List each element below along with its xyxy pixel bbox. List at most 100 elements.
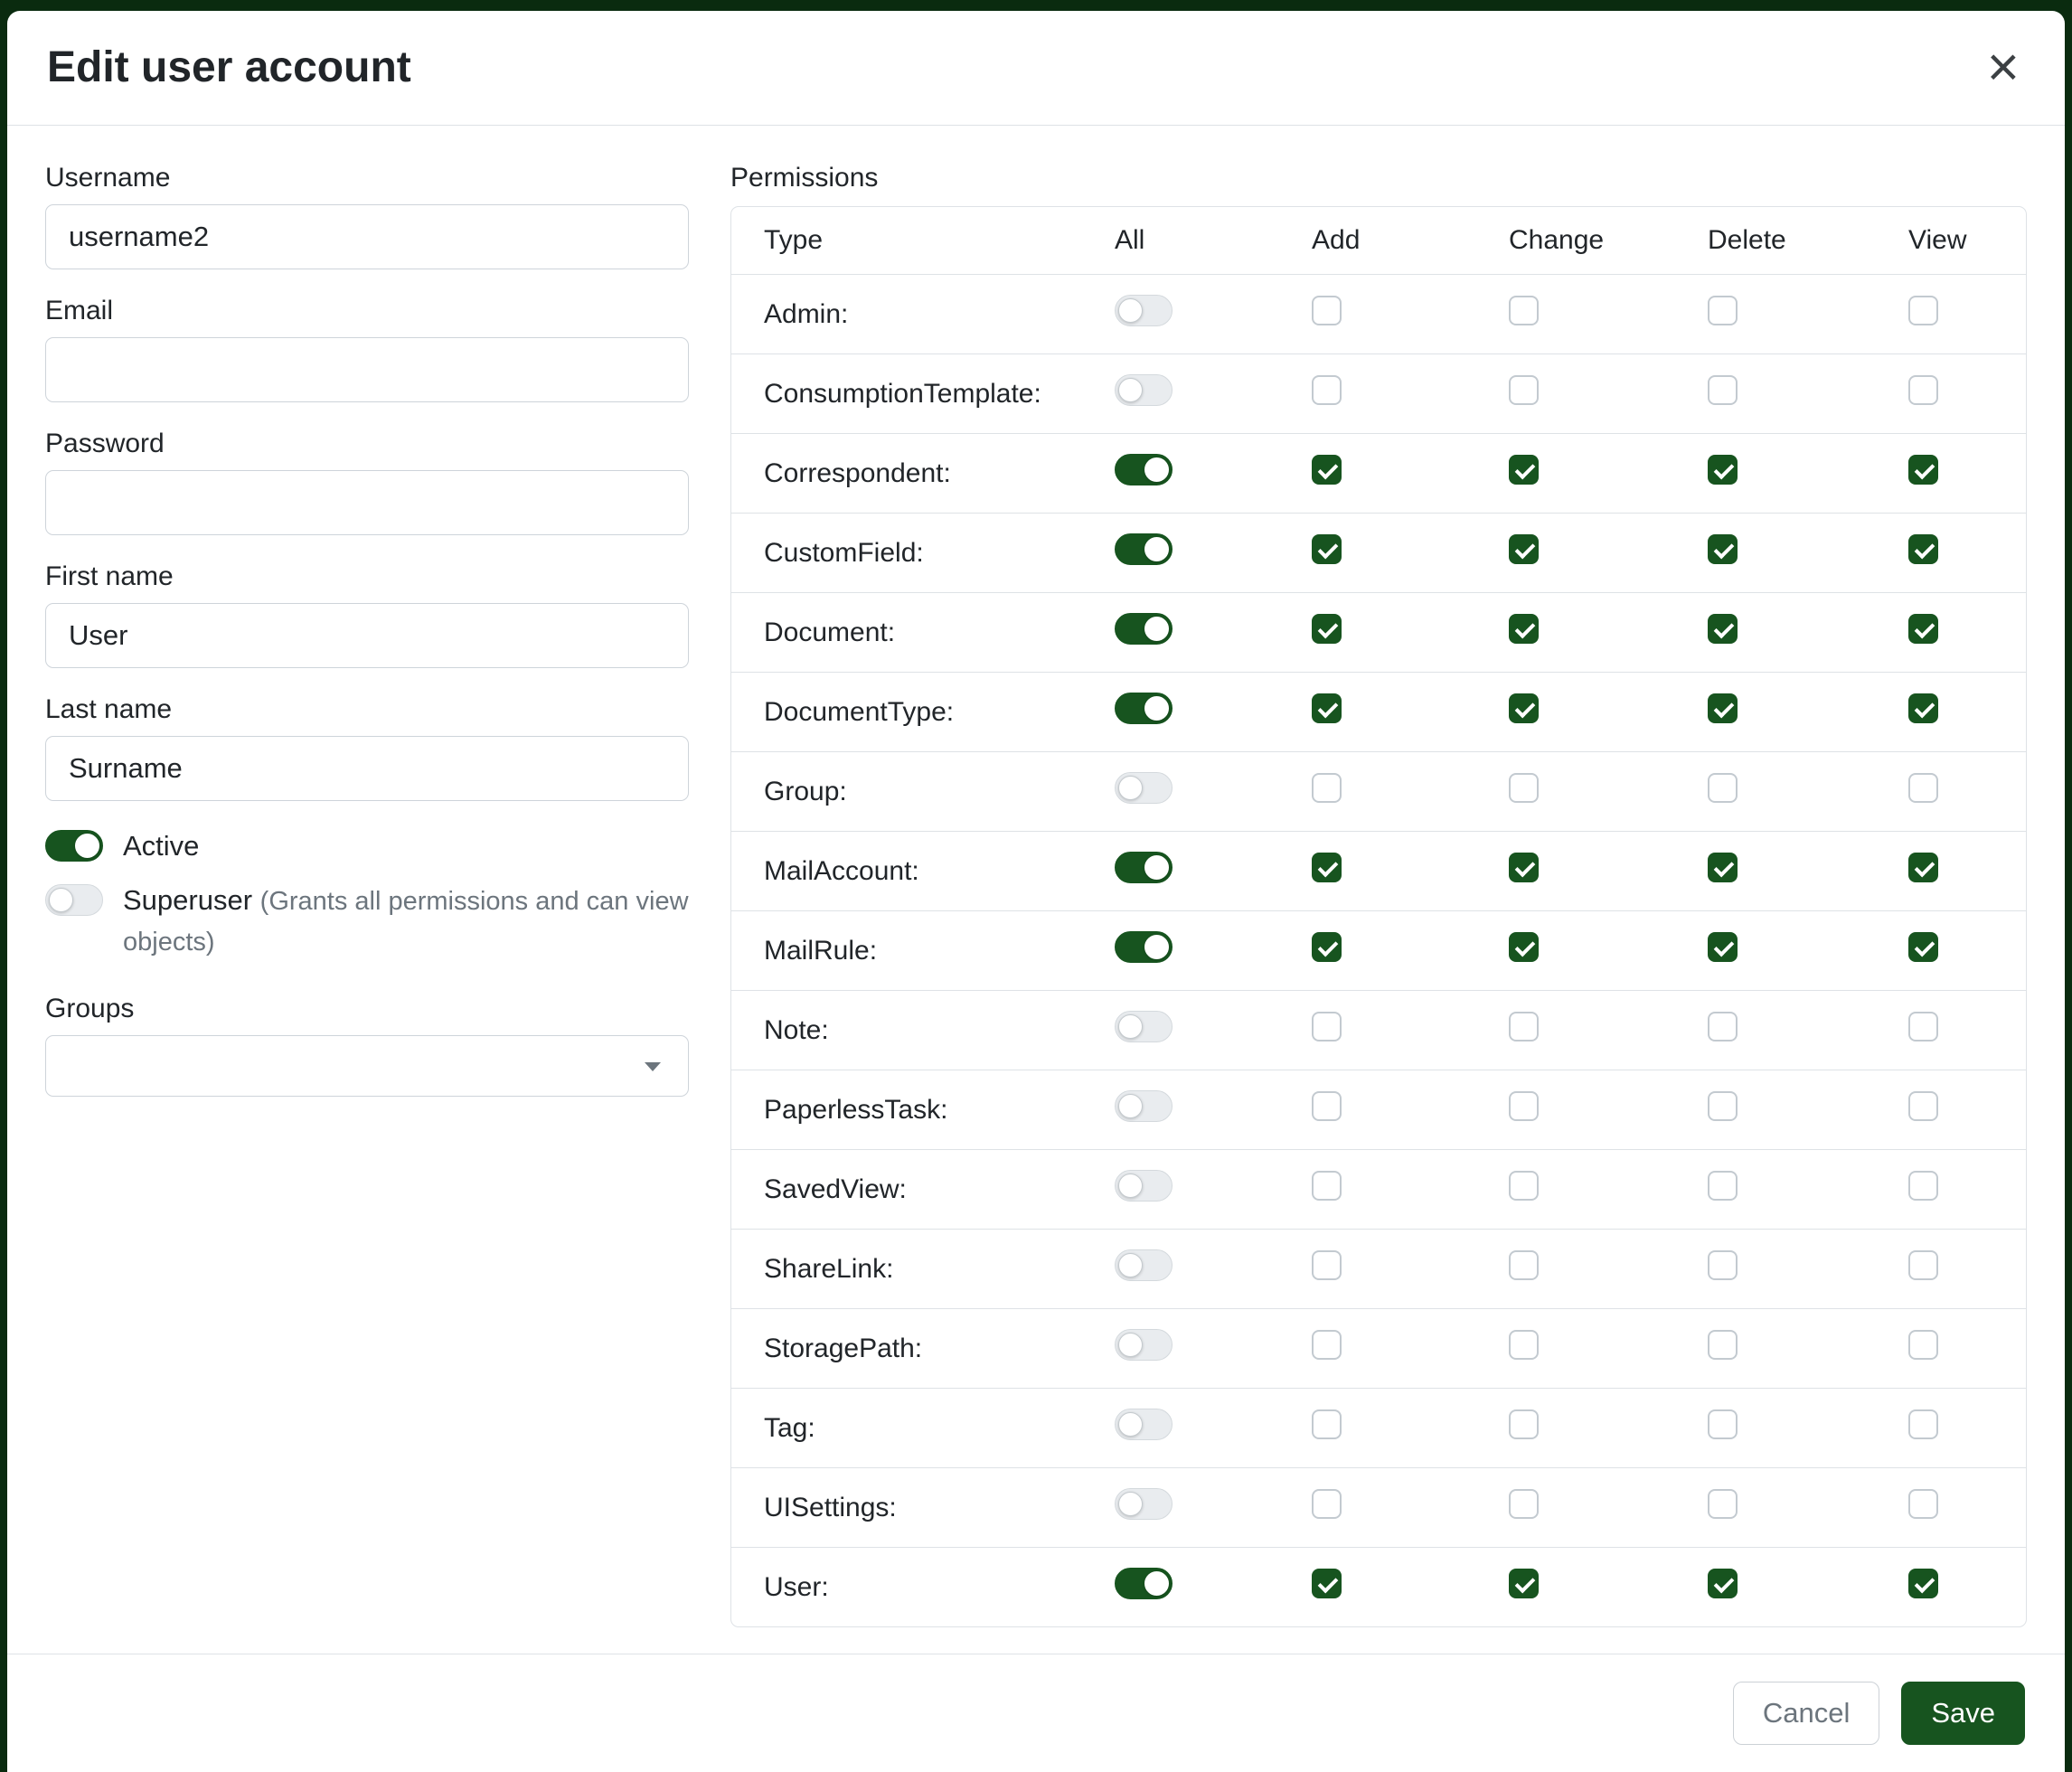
active-label: Active: [123, 826, 199, 866]
perm-add-checkbox[interactable]: [1312, 1489, 1342, 1519]
perm-change-checkbox[interactable]: [1509, 1171, 1539, 1201]
perm-all-toggle[interactable]: [1115, 931, 1173, 963]
perm-delete-checkbox[interactable]: [1708, 1489, 1738, 1519]
perm-add-checkbox[interactable]: [1312, 773, 1342, 803]
perm-add-checkbox[interactable]: [1312, 455, 1342, 485]
perm-change-checkbox[interactable]: [1509, 1091, 1539, 1121]
perm-add-checkbox[interactable]: [1312, 853, 1342, 882]
perm-delete-checkbox[interactable]: [1708, 455, 1738, 485]
first-name-field[interactable]: [45, 603, 689, 668]
last-name-field[interactable]: [45, 736, 689, 801]
perm-all-toggle[interactable]: [1115, 1488, 1173, 1520]
perm-change-checkbox[interactable]: [1509, 1489, 1539, 1519]
perm-change-checkbox[interactable]: [1509, 296, 1539, 325]
perm-view-checkbox[interactable]: [1908, 1409, 1938, 1439]
perm-view-checkbox[interactable]: [1908, 296, 1938, 325]
perm-delete-checkbox[interactable]: [1708, 534, 1738, 564]
perm-all-toggle[interactable]: [1115, 1011, 1173, 1042]
perm-all-toggle[interactable]: [1115, 1090, 1173, 1122]
perm-view-checkbox[interactable]: [1908, 1012, 1938, 1042]
perm-view-checkbox[interactable]: [1908, 375, 1938, 405]
perm-add-checkbox[interactable]: [1312, 1330, 1342, 1360]
perm-add-checkbox[interactable]: [1312, 375, 1342, 405]
perm-change-checkbox[interactable]: [1509, 614, 1539, 644]
cancel-button[interactable]: Cancel: [1733, 1682, 1880, 1745]
perm-add-checkbox[interactable]: [1312, 1250, 1342, 1280]
perm-change-checkbox[interactable]: [1509, 1250, 1539, 1280]
email-field[interactable]: [45, 337, 689, 402]
perm-delete-checkbox[interactable]: [1708, 773, 1738, 803]
close-icon[interactable]: ×: [1982, 42, 2025, 94]
permission-row: Admin:: [731, 274, 2026, 353]
perm-add-checkbox[interactable]: [1312, 932, 1342, 962]
perm-delete-checkbox[interactable]: [1708, 1012, 1738, 1042]
perm-change-checkbox[interactable]: [1509, 773, 1539, 803]
groups-select[interactable]: [45, 1035, 689, 1097]
perm-all-toggle[interactable]: [1115, 1409, 1173, 1440]
password-field[interactable]: [45, 470, 689, 535]
perm-delete-checkbox[interactable]: [1708, 1171, 1738, 1201]
perm-view-checkbox[interactable]: [1908, 1171, 1938, 1201]
perm-all-toggle[interactable]: [1115, 693, 1173, 724]
perm-view-checkbox[interactable]: [1908, 455, 1938, 485]
perm-change-checkbox[interactable]: [1509, 1330, 1539, 1360]
active-toggle[interactable]: [45, 830, 103, 862]
perm-view-checkbox[interactable]: [1908, 614, 1938, 644]
perm-delete-checkbox[interactable]: [1708, 296, 1738, 325]
perm-delete-checkbox[interactable]: [1708, 853, 1738, 882]
perm-change-checkbox[interactable]: [1509, 1569, 1539, 1598]
perm-add-checkbox[interactable]: [1312, 693, 1342, 723]
perm-change-checkbox[interactable]: [1509, 1409, 1539, 1439]
permission-row: User:: [731, 1547, 2026, 1626]
perm-view-checkbox[interactable]: [1908, 773, 1938, 803]
perm-all-toggle[interactable]: [1115, 772, 1173, 804]
perm-all-toggle[interactable]: [1115, 374, 1173, 406]
perm-all-toggle[interactable]: [1115, 454, 1173, 485]
perm-change-checkbox[interactable]: [1509, 853, 1539, 882]
perm-change-checkbox[interactable]: [1509, 534, 1539, 564]
perm-delete-checkbox[interactable]: [1708, 1569, 1738, 1598]
perm-delete-checkbox[interactable]: [1708, 1091, 1738, 1121]
perm-delete-checkbox[interactable]: [1708, 693, 1738, 723]
perm-all-toggle[interactable]: [1115, 613, 1173, 645]
perm-all-toggle[interactable]: [1115, 1249, 1173, 1281]
perm-delete-checkbox[interactable]: [1708, 932, 1738, 962]
perm-view-checkbox[interactable]: [1908, 1250, 1938, 1280]
perm-add-checkbox[interactable]: [1312, 1091, 1342, 1121]
perm-add-checkbox[interactable]: [1312, 534, 1342, 564]
perm-add-checkbox[interactable]: [1312, 1171, 1342, 1201]
perm-view-checkbox[interactable]: [1908, 1489, 1938, 1519]
perm-all-toggle[interactable]: [1115, 1329, 1173, 1361]
perm-delete-checkbox[interactable]: [1708, 1250, 1738, 1280]
perm-change-checkbox[interactable]: [1509, 375, 1539, 405]
perm-delete-checkbox[interactable]: [1708, 614, 1738, 644]
perm-view-checkbox[interactable]: [1908, 1569, 1938, 1598]
perm-all-toggle[interactable]: [1115, 295, 1173, 326]
perm-change-checkbox[interactable]: [1509, 455, 1539, 485]
perm-add-checkbox[interactable]: [1312, 296, 1342, 325]
perm-view-checkbox[interactable]: [1908, 1330, 1938, 1360]
perm-add-checkbox[interactable]: [1312, 1569, 1342, 1598]
perm-delete-checkbox[interactable]: [1708, 1330, 1738, 1360]
perm-view-checkbox[interactable]: [1908, 932, 1938, 962]
perm-add-checkbox[interactable]: [1312, 1012, 1342, 1042]
perm-delete-checkbox[interactable]: [1708, 375, 1738, 405]
perm-change-checkbox[interactable]: [1509, 932, 1539, 962]
save-button[interactable]: Save: [1901, 1682, 2025, 1745]
perm-view-checkbox[interactable]: [1908, 853, 1938, 882]
permission-row: UISettings:: [731, 1467, 2026, 1547]
perm-view-checkbox[interactable]: [1908, 693, 1938, 723]
perm-all-toggle[interactable]: [1115, 852, 1173, 883]
perm-change-checkbox[interactable]: [1509, 1012, 1539, 1042]
perm-delete-checkbox[interactable]: [1708, 1409, 1738, 1439]
perm-all-toggle[interactable]: [1115, 1170, 1173, 1202]
username-input[interactable]: [45, 204, 689, 269]
perm-add-checkbox[interactable]: [1312, 614, 1342, 644]
superuser-toggle[interactable]: [45, 884, 103, 916]
perm-all-toggle[interactable]: [1115, 1568, 1173, 1599]
perm-view-checkbox[interactable]: [1908, 1091, 1938, 1121]
perm-all-toggle[interactable]: [1115, 533, 1173, 565]
perm-view-checkbox[interactable]: [1908, 534, 1938, 564]
perm-add-checkbox[interactable]: [1312, 1409, 1342, 1439]
perm-change-checkbox[interactable]: [1509, 693, 1539, 723]
